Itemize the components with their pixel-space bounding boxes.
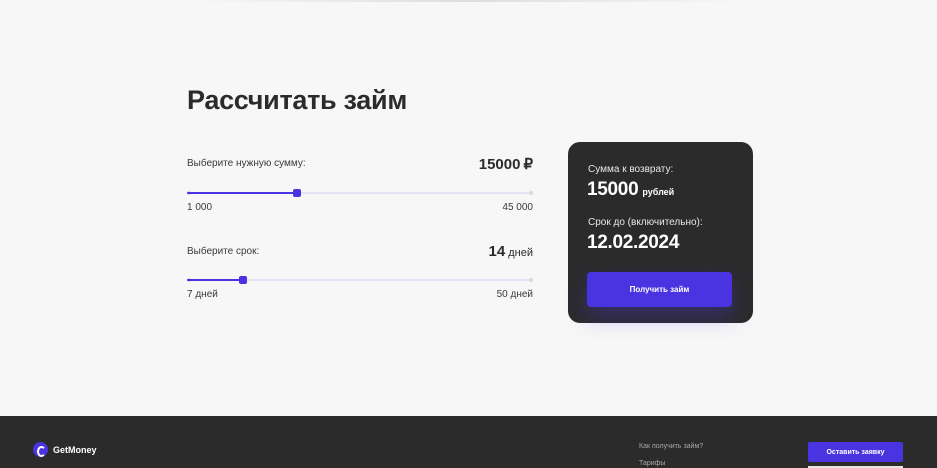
amount-value: 15000 ₽ <box>479 155 533 174</box>
amount-min-label: 1 000 <box>187 202 213 213</box>
due-date-label: Срок до (включительно): <box>588 217 703 228</box>
term-value: 14 дней <box>489 243 533 261</box>
loan-summary-card: Сумма к возврату: 15000 рублей Срок до (в… <box>568 142 753 323</box>
getmoney-logo-icon <box>33 442 48 457</box>
amount-label: Выберите нужную сумму: <box>187 158 306 169</box>
return-amount-unit: рублей <box>642 187 675 197</box>
term-slider-end-dot <box>529 278 533 282</box>
amount-max-label: 45 000 <box>502 202 533 213</box>
term-slider[interactable] <box>187 275 533 285</box>
footer <box>0 416 937 468</box>
return-amount-value: 15000 рублей <box>587 179 674 201</box>
amount-slider-end-dot <box>529 191 533 195</box>
amount-slider-fill <box>187 192 298 194</box>
term-slider-thumb[interactable] <box>239 276 248 284</box>
return-amount-number: 15000 <box>587 179 639 200</box>
brand-name: GetMoney <box>53 444 97 455</box>
ruble-icon: ₽ <box>523 156 533 173</box>
get-loan-button[interactable]: Получить займ <box>587 272 732 307</box>
footer-link-tariffs[interactable]: Тарифы <box>639 460 665 467</box>
term-min-label: 7 дней <box>187 289 218 300</box>
term-label: Выберите срок: <box>187 246 260 257</box>
amount-section: Выберите нужную сумму: 15000 ₽ 1 000 45 0… <box>187 155 533 215</box>
due-date-value: 12.02.2024 <box>587 232 680 253</box>
amount-slider-thumb[interactable] <box>293 189 302 197</box>
return-amount-label: Сумма к возврату: <box>588 164 674 175</box>
amount-slider[interactable] <box>187 188 533 198</box>
page-title: Рассчитать займ <box>187 85 407 115</box>
term-slider-fill <box>187 279 244 281</box>
term-unit: дней <box>508 247 533 259</box>
term-number: 14 <box>488 243 506 260</box>
term-section: Выберите срок: 14 дней 7 дней 50 дней <box>187 243 533 303</box>
header-shadow-divider <box>190 0 745 2</box>
amount-number: 15000 <box>478 156 521 173</box>
brand-logo[interactable]: GetMoney <box>33 442 97 457</box>
submit-application-button[interactable]: Оставить заявку <box>808 442 903 462</box>
footer-link-how-to-get-loan[interactable]: Как получить займ? <box>639 443 703 450</box>
term-max-label: 50 дней <box>496 289 533 300</box>
